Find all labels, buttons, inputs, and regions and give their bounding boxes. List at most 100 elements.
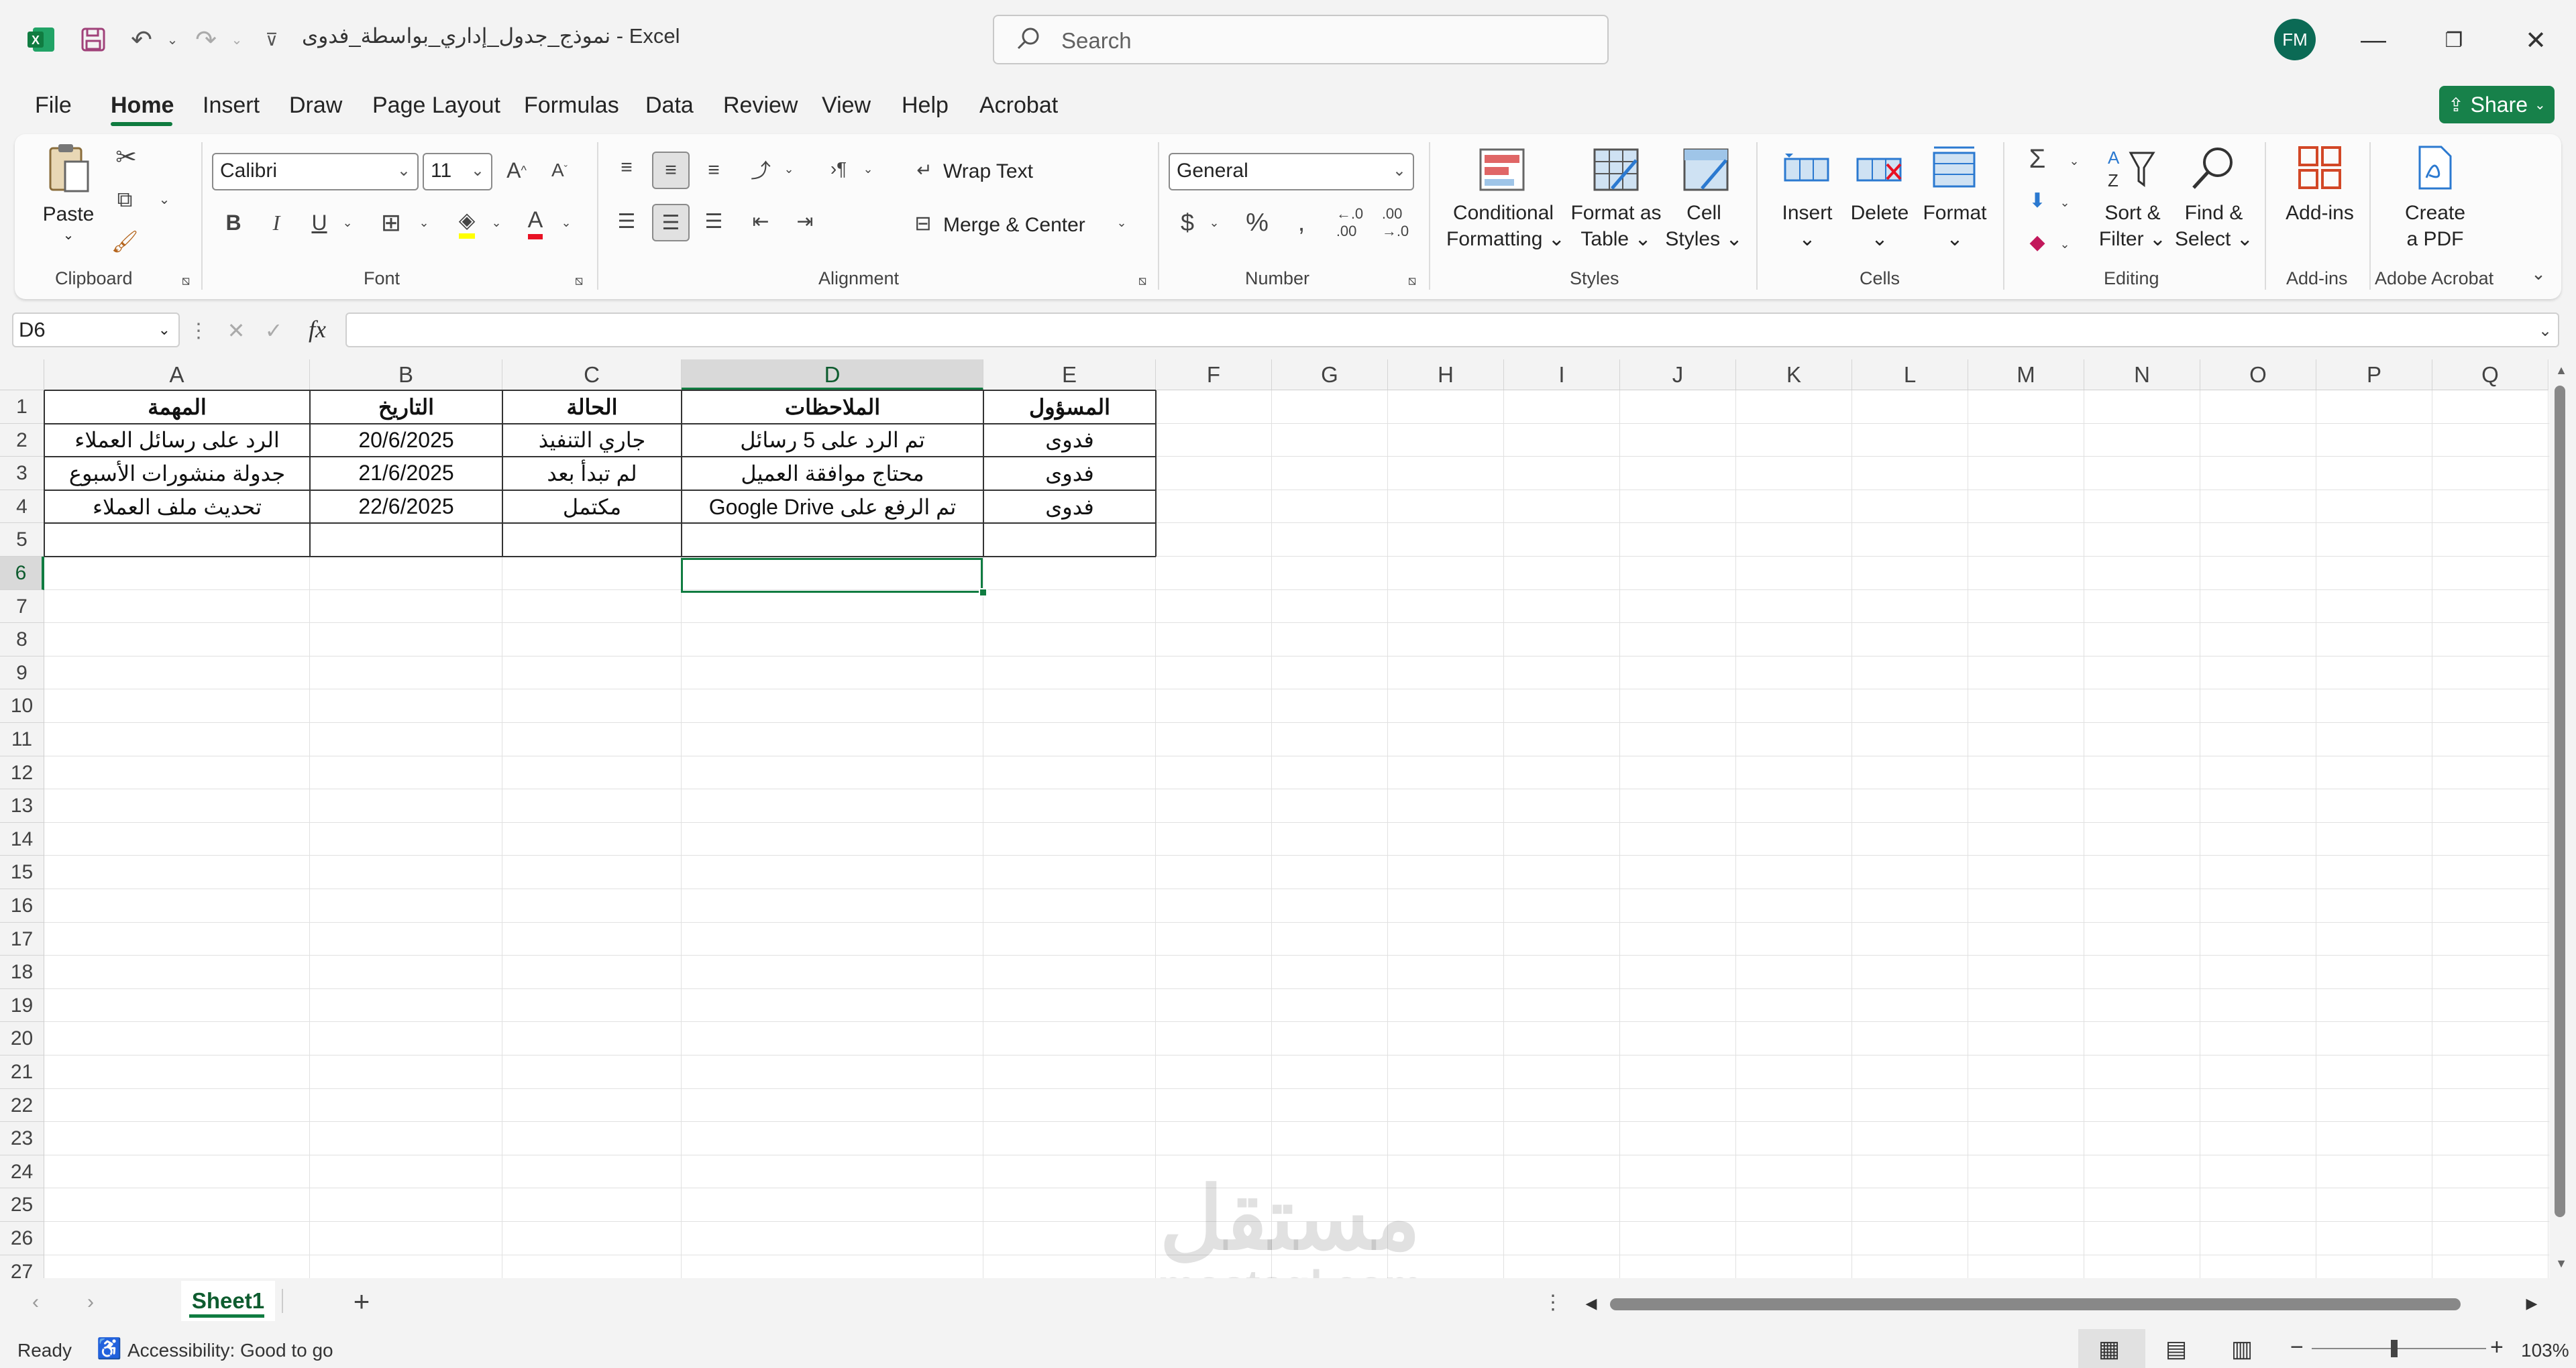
row-header-6[interactable]: 6 — [0, 557, 44, 590]
row-header-7[interactable]: 7 — [0, 589, 44, 624]
italic-button[interactable]: I — [262, 205, 291, 240]
format-as-table-icon[interactable] — [1590, 145, 1642, 194]
tab-view[interactable]: View — [822, 93, 871, 119]
decrease-indent-icon[interactable]: ⇤ — [745, 204, 777, 239]
paste-dropdown-icon[interactable]: ⌄ — [59, 223, 78, 249]
accessibility-status[interactable]: Accessibility: Good to go — [127, 1340, 333, 1361]
table-header-cell-a1[interactable]: المهمة — [44, 390, 310, 424]
column-header-i[interactable]: I — [1504, 359, 1620, 390]
format-cells-icon[interactable] — [1928, 141, 1980, 194]
row-header-18[interactable]: 18 — [0, 956, 44, 989]
add-ins-icon[interactable] — [2293, 141, 2347, 194]
merge-center-button[interactable]: Merge & Center — [943, 212, 1085, 238]
scroll-left-icon[interactable]: ◀ — [1583, 1295, 1599, 1312]
copy-icon[interactable]: ⧉ — [110, 185, 140, 215]
column-header-c[interactable]: C — [502, 359, 682, 390]
column-header-d[interactable]: D — [682, 359, 983, 390]
save-icon[interactable] — [76, 23, 110, 56]
font-color-dropdown-icon[interactable]: ⌄ — [558, 208, 574, 237]
increase-font-size-icon[interactable]: A ^ — [500, 153, 533, 188]
tab-file[interactable]: File — [35, 93, 72, 119]
row-header-5[interactable]: 5 — [0, 523, 44, 557]
underline-dropdown-icon[interactable]: ⌄ — [339, 208, 356, 237]
column-header-g[interactable]: G — [1272, 359, 1388, 390]
copy-dropdown-icon[interactable]: ⌄ — [156, 189, 173, 209]
table-cell-e5[interactable] — [983, 523, 1156, 557]
column-header-h[interactable]: H — [1388, 359, 1504, 390]
table-cell-e3[interactable]: فدوى — [983, 457, 1156, 490]
wrap-text-icon[interactable]: ↵ — [911, 153, 938, 186]
bottom-align-icon[interactable]: ≡ — [698, 152, 730, 189]
borders-icon[interactable]: ⊞ — [374, 205, 408, 240]
table-cell-d2[interactable]: تم الرد على 5 رسائل — [682, 424, 983, 457]
confirm-entry-icon[interactable]: ✓ — [259, 315, 288, 346]
horizontal-scroll-thumb[interactable] — [1610, 1298, 2461, 1310]
row-header-10[interactable]: 10 — [0, 689, 44, 723]
table-cell-d3[interactable]: محتاج موافقة العميل — [682, 457, 983, 490]
new-sheet-button[interactable]: + — [345, 1285, 378, 1318]
autosum-icon[interactable]: Σ — [2021, 142, 2054, 176]
orientation-dropdown-icon[interactable]: ⌄ — [781, 154, 797, 184]
scroll-up-icon[interactable]: ▲ — [2553, 362, 2569, 378]
find-select-button[interactable]: Find & Select ⌄ — [2175, 200, 2253, 252]
table-cell-b3[interactable]: 21/6/2025 — [310, 457, 502, 490]
redo-dropdown-icon[interactable]: ⌄ — [220, 23, 254, 56]
alignment-launcher-icon[interactable]: ⧅ — [1134, 272, 1151, 290]
middle-align-icon[interactable]: ≡ — [652, 152, 690, 189]
table-cell-e2[interactable]: فدوى — [983, 424, 1156, 457]
clear-icon[interactable]: ◆ — [2021, 225, 2054, 259]
font-name-select[interactable]: Calibri ⌄ — [212, 153, 419, 190]
customize-qat-icon[interactable]: ⊽ — [255, 23, 288, 56]
sort-filter-button[interactable]: Sort & Filter ⌄ — [2094, 200, 2171, 252]
bold-button[interactable]: B — [219, 205, 248, 240]
more-options-icon[interactable]: ⋮ — [189, 315, 209, 346]
format-as-table-button[interactable]: Format as Table ⌄ — [1564, 200, 1668, 252]
sort-filter-icon[interactable]: AZ — [2104, 142, 2157, 193]
tab-data[interactable]: Data — [645, 93, 694, 119]
text-direction-icon[interactable]: ›¶ — [822, 152, 855, 186]
row-header-9[interactable]: 9 — [0, 656, 44, 690]
tab-home[interactable]: Home — [111, 93, 174, 119]
previous-sheet-icon[interactable]: ‹ — [24, 1288, 47, 1317]
zoom-slider[interactable] — [2312, 1348, 2486, 1349]
cell-styles-button[interactable]: Cell Styles ⌄ — [1664, 200, 1744, 252]
font-color-icon[interactable]: A — [521, 204, 550, 241]
row-header-8[interactable]: 8 — [0, 623, 44, 657]
font-launcher-icon[interactable]: ⧅ — [570, 272, 588, 290]
minimize-icon[interactable]: — — [2353, 20, 2394, 60]
column-header-q[interactable]: Q — [2432, 359, 2548, 390]
decrease-font-size-icon[interactable]: Aˇ — [543, 153, 576, 188]
tab-insert[interactable]: Insert — [203, 93, 260, 119]
column-header-p[interactable]: P — [2316, 359, 2432, 390]
decrease-decimal-icon[interactable]: .00 →.0 — [1378, 204, 1413, 241]
percent-icon[interactable]: % — [1241, 204, 1273, 241]
user-avatar[interactable]: FM — [2274, 19, 2316, 60]
clipboard-launcher-icon[interactable]: ⧅ — [177, 272, 195, 290]
table-header-cell-b1[interactable]: التاريخ — [310, 390, 502, 424]
row-header-24[interactable]: 24 — [0, 1155, 44, 1189]
insert-function-icon[interactable]: fx — [301, 312, 334, 346]
paste-icon[interactable] — [43, 139, 94, 200]
tab-review[interactable]: Review — [723, 93, 798, 119]
redo-icon[interactable]: ↷ — [189, 23, 223, 56]
zoom-level[interactable]: 103% — [2521, 1340, 2569, 1361]
expand-formula-bar-icon[interactable]: ⌄ — [2532, 315, 2559, 346]
align-left-icon[interactable]: ☰ — [610, 204, 643, 239]
table-cell-b4[interactable]: 22/6/2025 — [310, 490, 502, 524]
row-header-12[interactable]: 12 — [0, 756, 44, 790]
row-header-26[interactable]: 26 — [0, 1222, 44, 1255]
fill-icon[interactable]: ⬇ — [2021, 184, 2054, 217]
fill-color-dropdown-icon[interactable]: ⌄ — [488, 208, 504, 237]
page-break-preview-icon[interactable]: ▥ — [2231, 1336, 2253, 1363]
scroll-down-icon[interactable]: ▼ — [2553, 1255, 2569, 1271]
merge-center-icon[interactable]: ⊟ — [910, 207, 936, 240]
cut-icon[interactable]: ✂ — [111, 142, 141, 172]
row-header-19[interactable]: 19 — [0, 988, 44, 1023]
column-header-m[interactable]: M — [1968, 359, 2084, 390]
delete-cells-button[interactable]: Delete ⌄ — [1847, 200, 1912, 252]
format-painter-icon[interactable]: 🖌 — [110, 227, 140, 256]
row-header-22[interactable]: 22 — [0, 1088, 44, 1123]
row-header-21[interactable]: 21 — [0, 1056, 44, 1089]
column-header-j[interactable]: J — [1620, 359, 1736, 390]
currency-dropdown-icon[interactable]: ⌄ — [1206, 208, 1222, 237]
